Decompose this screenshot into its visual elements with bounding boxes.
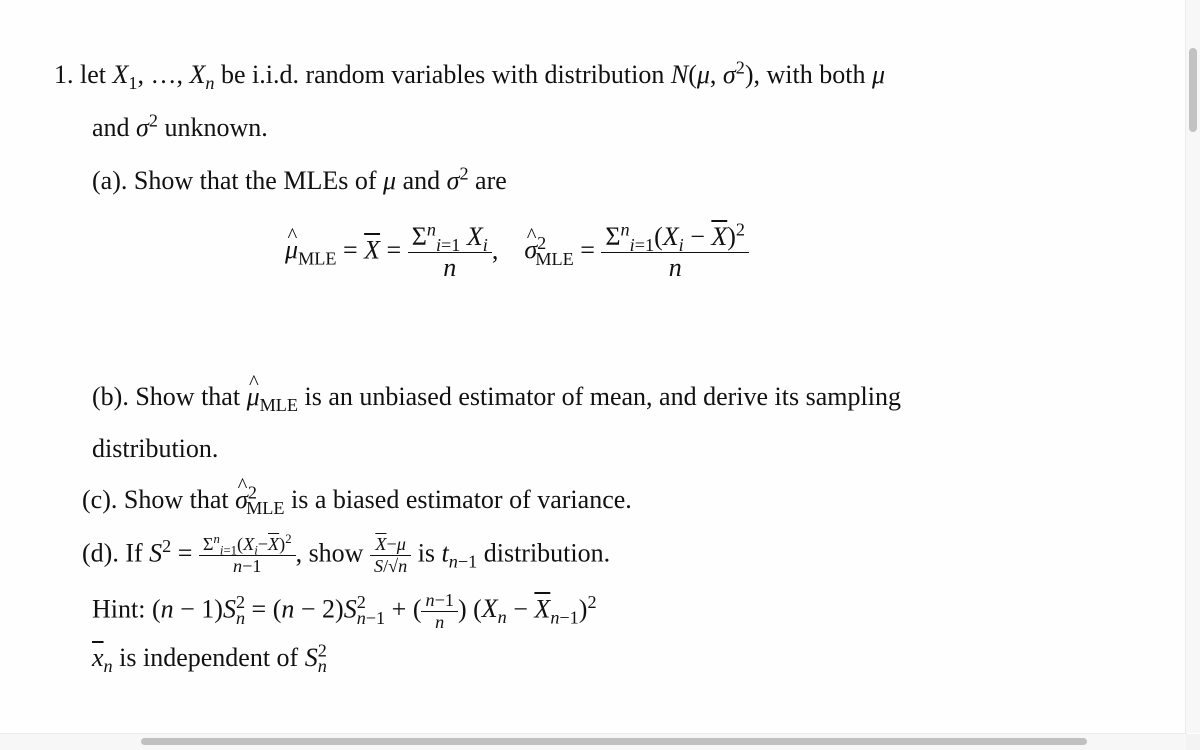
document-area: 1. let X1, …, Xn be i.i.d. random variab…	[0, 0, 1187, 734]
part-a-text: (a). Show that the MLEs of μ and σ2 are	[92, 163, 507, 195]
problem-intro-line-1: 1. let X1, …, Xn be i.i.d. random variab…	[54, 57, 886, 94]
part-b-text: (b). Show that μMLE is an unbiased estim…	[92, 371, 901, 415]
scrollbar-corner	[1186, 734, 1200, 750]
hint-formula: Hint: (n − 1)S2n = (n − 2)S2n−1 + (n−1 n)…	[92, 590, 597, 632]
part-b-text-continued: distribution.	[92, 434, 219, 463]
problem-intro-line-2: and σ2 unknown.	[92, 110, 268, 142]
hint-independence: xn is independent of S2n	[92, 640, 327, 677]
part-c-text: (c). Show that σ2MLE is a biased estimat…	[82, 474, 632, 518]
horizontal-scrollbar-thumb[interactable]	[141, 738, 1087, 745]
part-d-text: (d). If S2 = Σni=1(Xi−X)2 n−1 , show X−μ…	[82, 531, 611, 576]
vertical-scrollbar[interactable]	[1185, 0, 1200, 733]
vertical-scrollbar-thumb[interactable]	[1189, 48, 1197, 132]
horizontal-scrollbar[interactable]	[0, 733, 1186, 750]
part-a-formula: μMLE = X = Σni=1 Xi n , σ2MLE = Σni=1(Xi…	[285, 220, 750, 283]
